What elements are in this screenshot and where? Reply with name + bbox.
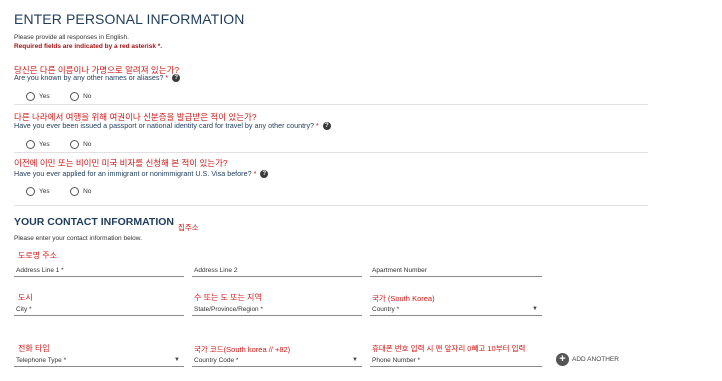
radio-label: No <box>83 93 92 100</box>
city-label: City * <box>16 306 32 313</box>
question-2-label: Have you ever been issued a passport or … <box>14 121 331 131</box>
city-field[interactable]: City * <box>14 301 184 316</box>
radio-circle-icon <box>70 140 80 149</box>
radio-circle-icon <box>26 187 35 196</box>
state-label: State/Province/Region * <box>194 306 264 313</box>
question-3-options: Yes No <box>26 183 91 201</box>
contact-instruction: Please enter your contact information be… <box>14 235 142 242</box>
radio-label: Yes <box>39 93 50 100</box>
radio-circle-icon <box>26 92 35 101</box>
apartment-number-field[interactable]: Apartment Number <box>370 262 542 277</box>
add-another-button[interactable]: + ADD ANOTHER <box>556 353 619 366</box>
question-3-text: Have you ever applied for an immigrant o… <box>14 169 252 178</box>
country-code-label: Country Code * <box>194 357 239 364</box>
question-1-no-radio[interactable]: No <box>70 92 91 101</box>
question-circle-icon[interactable]: ? <box>172 74 181 83</box>
required-asterisk: * <box>253 169 257 178</box>
phone-number-field[interactable]: Phone Number * <box>370 352 542 367</box>
section-divider <box>14 152 648 153</box>
address-line1-korean: 도로명 주소 <box>18 251 58 260</box>
english-instruction: Please provide all responses in English. <box>14 34 129 41</box>
chevron-down-icon: ▼ <box>532 306 538 312</box>
chevron-down-icon: ▼ <box>174 357 180 363</box>
radio-circle-icon <box>26 140 35 149</box>
radio-label: No <box>83 188 92 195</box>
address-line2-field[interactable]: Address Line 2 <box>192 262 362 277</box>
radio-label: Yes <box>39 188 50 195</box>
address-line2-label: Address Line 2 <box>194 267 238 274</box>
question-3-yes-radio[interactable]: Yes <box>26 187 50 196</box>
page-title: ENTER PERSONAL INFORMATION <box>14 11 245 27</box>
address-line1-field[interactable]: Address Line 1 * <box>14 262 184 277</box>
phone-number-label: Phone Number * <box>372 357 421 364</box>
radio-label: No <box>83 141 92 148</box>
telephone-type-label: Telephone Type * <box>16 357 67 364</box>
plus-circle-icon: + <box>556 353 569 366</box>
state-field[interactable]: State/Province/Region * <box>192 301 362 316</box>
country-label: Country * <box>372 306 400 313</box>
question-circle-icon[interactable]: ? <box>322 122 331 131</box>
required-asterisk: * <box>165 73 169 82</box>
question-2-yes-radio[interactable]: Yes <box>26 140 50 149</box>
question-2-no-radio[interactable]: No <box>70 140 91 149</box>
radio-circle-icon <box>70 92 80 101</box>
question-1-label: Are you known by any other names or alia… <box>14 73 181 83</box>
contact-title: YOUR CONTACT INFORMATION <box>14 216 175 228</box>
question-2-text: Have you ever been issued a passport or … <box>14 121 315 130</box>
radio-circle-icon <box>70 187 80 196</box>
section-divider <box>14 205 648 206</box>
question-1-yes-radio[interactable]: Yes <box>26 92 50 101</box>
radio-label: Yes <box>39 141 50 148</box>
question-3-korean: 이전에 이민 또는 비이민 미국 비자를 신청해 본 적이 있는가? <box>14 158 228 168</box>
question-circle-icon[interactable]: ? <box>260 170 269 179</box>
telephone-type-select[interactable]: Telephone Type * ▼ <box>14 352 184 367</box>
required-note: Required fields are indicated by a red a… <box>14 43 163 50</box>
add-another-label: ADD ANOTHER <box>572 356 619 363</box>
address-line1-label: Address Line 1 * <box>16 267 64 274</box>
section-divider <box>14 104 648 105</box>
required-asterisk: * <box>316 121 319 130</box>
country-code-select[interactable]: Country Code * ▼ <box>192 352 362 367</box>
question-1-text: Are you known by any other names or alia… <box>14 73 164 82</box>
apartment-number-label: Apartment Number <box>372 267 427 274</box>
chevron-down-icon: ▼ <box>352 357 358 363</box>
question-3-no-radio[interactable]: No <box>70 187 91 196</box>
contact-title-korean: 집주소 <box>178 223 199 232</box>
country-select[interactable]: Country * ▼ <box>370 301 542 316</box>
question-3-label: Have you ever applied for an immigrant o… <box>14 169 269 179</box>
